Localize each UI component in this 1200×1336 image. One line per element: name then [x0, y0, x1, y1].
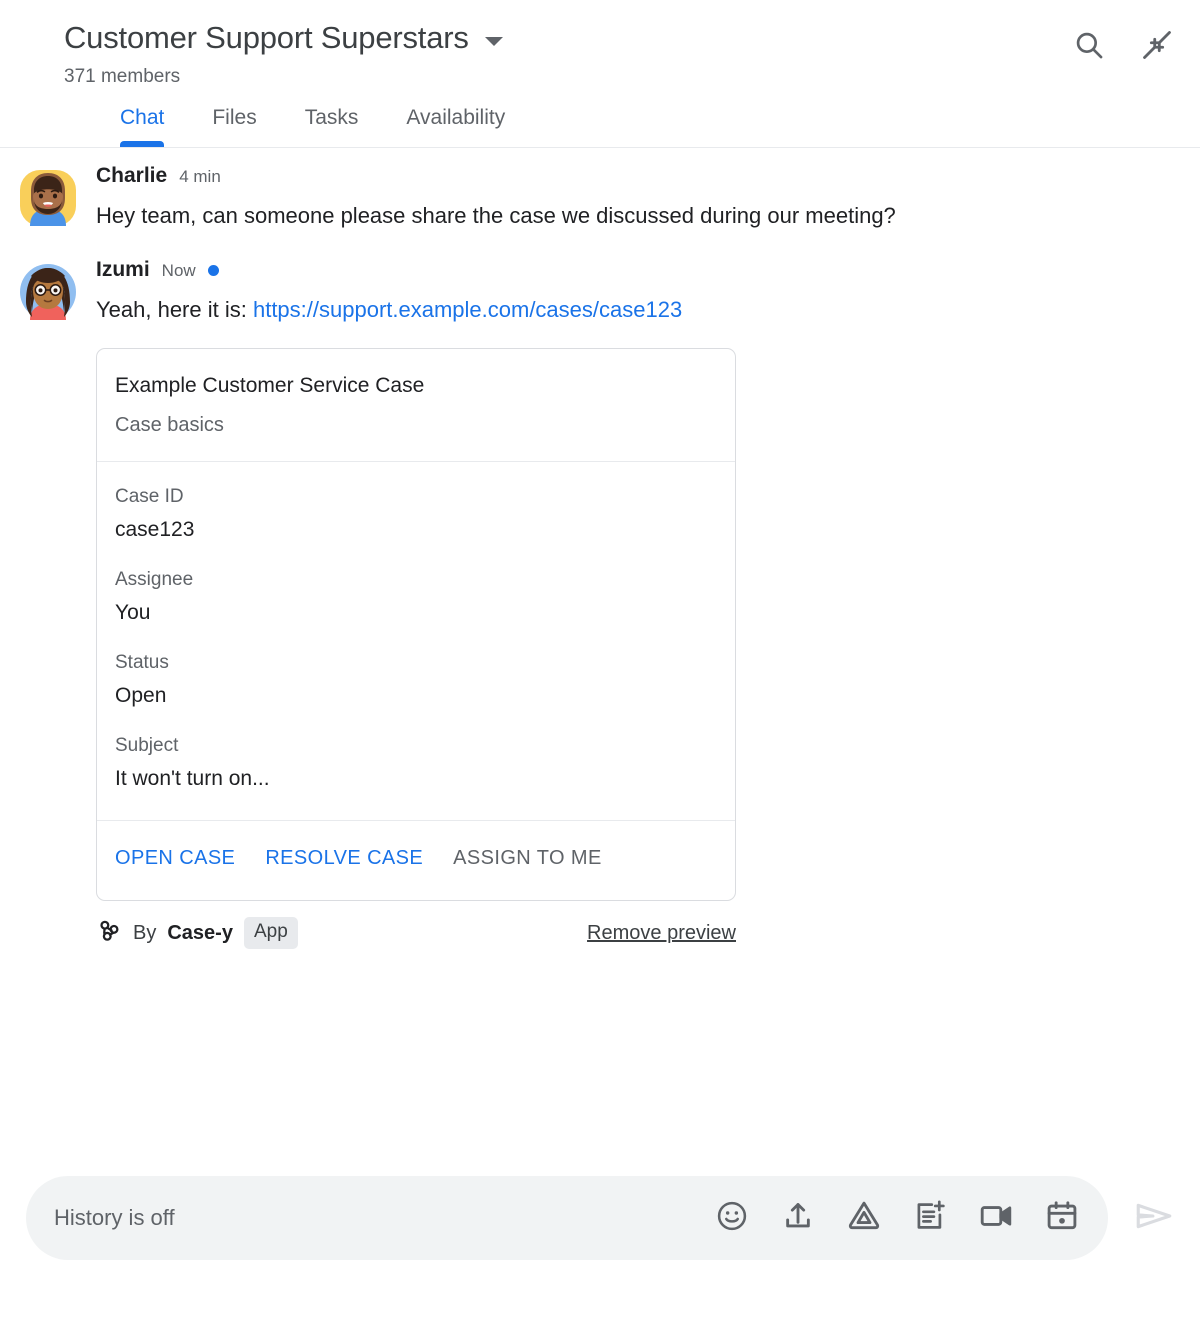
collapse-icon[interactable] [1140, 28, 1174, 67]
room-title-row: Customer Support Superstars [64, 18, 1176, 58]
tab-tasks[interactable]: Tasks [281, 104, 383, 148]
message-sender: Charlie [96, 164, 168, 187]
calendar-icon[interactable] [1044, 1198, 1080, 1239]
tab-bar: Chat Files Tasks Availability [0, 104, 1200, 148]
message-text: Yeah, here it is: https://support.exampl… [96, 292, 996, 328]
message-meta: Charlie 4 min [96, 162, 1176, 190]
tab-chat[interactable]: Chat [96, 104, 188, 148]
add-task-icon[interactable] [912, 1198, 948, 1239]
message-meta: Izumi Now [96, 256, 1176, 284]
field-label: Assignee [115, 569, 194, 590]
video-meeting-icon[interactable] [978, 1198, 1014, 1239]
chat-room-window: Customer Support Superstars 371 members [0, 0, 1200, 1336]
composer-icon-row [714, 1198, 1094, 1239]
card-actions: OPEN CASE RESOLVE CASE ASSIGN TO ME [97, 821, 735, 900]
message-timestamp: Now [161, 261, 196, 280]
member-count: 371 members [64, 66, 181, 87]
app-name: Case-y [167, 921, 233, 944]
card-subtitle: Case basics [115, 414, 224, 436]
message-item: Charlie 4 min Hey team, can someone plea… [0, 148, 1176, 234]
message-list: Charlie 4 min Hey team, can someone plea… [0, 148, 1200, 949]
card-header: Example Customer Service Case Case basic… [97, 349, 735, 462]
message-input[interactable]: History is off [54, 1205, 714, 1231]
upload-icon[interactable] [780, 1198, 816, 1239]
message-text: Hey team, can someone please share the c… [96, 203, 896, 228]
tab-tasks-label: Tasks [304, 106, 359, 129]
field-label: Status [115, 652, 169, 673]
message-timestamp: 4 min [179, 167, 221, 186]
byline-prefix: By [133, 921, 157, 944]
field-value: case123 [115, 518, 195, 541]
avatar-column [0, 162, 96, 234]
card-attribution-row: By Case-y App Remove preview [96, 917, 736, 949]
assign-to-me-button[interactable]: ASSIGN TO ME [453, 847, 602, 870]
field-label: Case ID [115, 486, 184, 507]
tab-chat-label: Chat [120, 106, 165, 129]
unread-dot-icon [207, 264, 219, 276]
message-text-prefix: Yeah, here it is: [96, 297, 253, 322]
emoji-icon[interactable] [714, 1198, 750, 1239]
case-link[interactable]: https://support.example.com/cases/case12… [253, 297, 682, 322]
open-case-button[interactable]: OPEN CASE [115, 847, 235, 870]
link-preview-card: Example Customer Service Case Case basic… [96, 348, 736, 901]
composer-pill[interactable]: History is off [26, 1176, 1108, 1260]
tab-files[interactable]: Files [188, 104, 280, 148]
message-item: Izumi Now Yeah, here it is: https://supp… [0, 234, 1176, 949]
resolve-case-button[interactable]: RESOLVE CASE [265, 847, 423, 870]
remove-preview-link[interactable]: Remove preview [587, 922, 736, 945]
tab-availability[interactable]: Availability [382, 104, 529, 148]
card-field-case-id: Case ID case123 [115, 484, 717, 545]
card-fields: Case ID case123 Assignee You Status Open [97, 462, 735, 821]
avatar[interactable] [18, 262, 78, 322]
message-body: Charlie 4 min Hey team, can someone plea… [96, 162, 1176, 234]
room-header: Customer Support Superstars 371 members [0, 0, 1200, 90]
field-value: You [115, 601, 151, 624]
message-sender: Izumi [96, 258, 150, 281]
field-value: Open [115, 684, 167, 707]
card-byline: By Case-y App [96, 917, 298, 949]
card-field-status: Status Open [115, 650, 717, 711]
chevron-down-icon[interactable] [484, 36, 503, 46]
search-icon[interactable] [1072, 28, 1106, 67]
tab-bar-divider [0, 147, 1200, 148]
card-field-subject: Subject It won't turn on... [115, 733, 717, 794]
google-drive-icon[interactable] [846, 1198, 882, 1239]
avatar[interactable] [18, 168, 78, 228]
message-composer: History is off [0, 1176, 1200, 1260]
card-field-assignee: Assignee You [115, 567, 717, 628]
webhook-icon [96, 917, 122, 949]
tab-availability-label: Availability [406, 106, 506, 129]
field-label: Subject [115, 735, 179, 756]
tab-files-label: Files [212, 106, 257, 129]
card-title: Example Customer Service Case [115, 374, 425, 397]
send-button[interactable] [1132, 1194, 1176, 1243]
app-badge: App [243, 917, 298, 949]
field-value: It won't turn on... [115, 767, 270, 790]
page-title: Customer Support Superstars [64, 20, 469, 55]
header-actions [1072, 28, 1174, 67]
message-body: Izumi Now Yeah, here it is: https://supp… [96, 256, 1176, 949]
avatar-column [0, 256, 96, 949]
